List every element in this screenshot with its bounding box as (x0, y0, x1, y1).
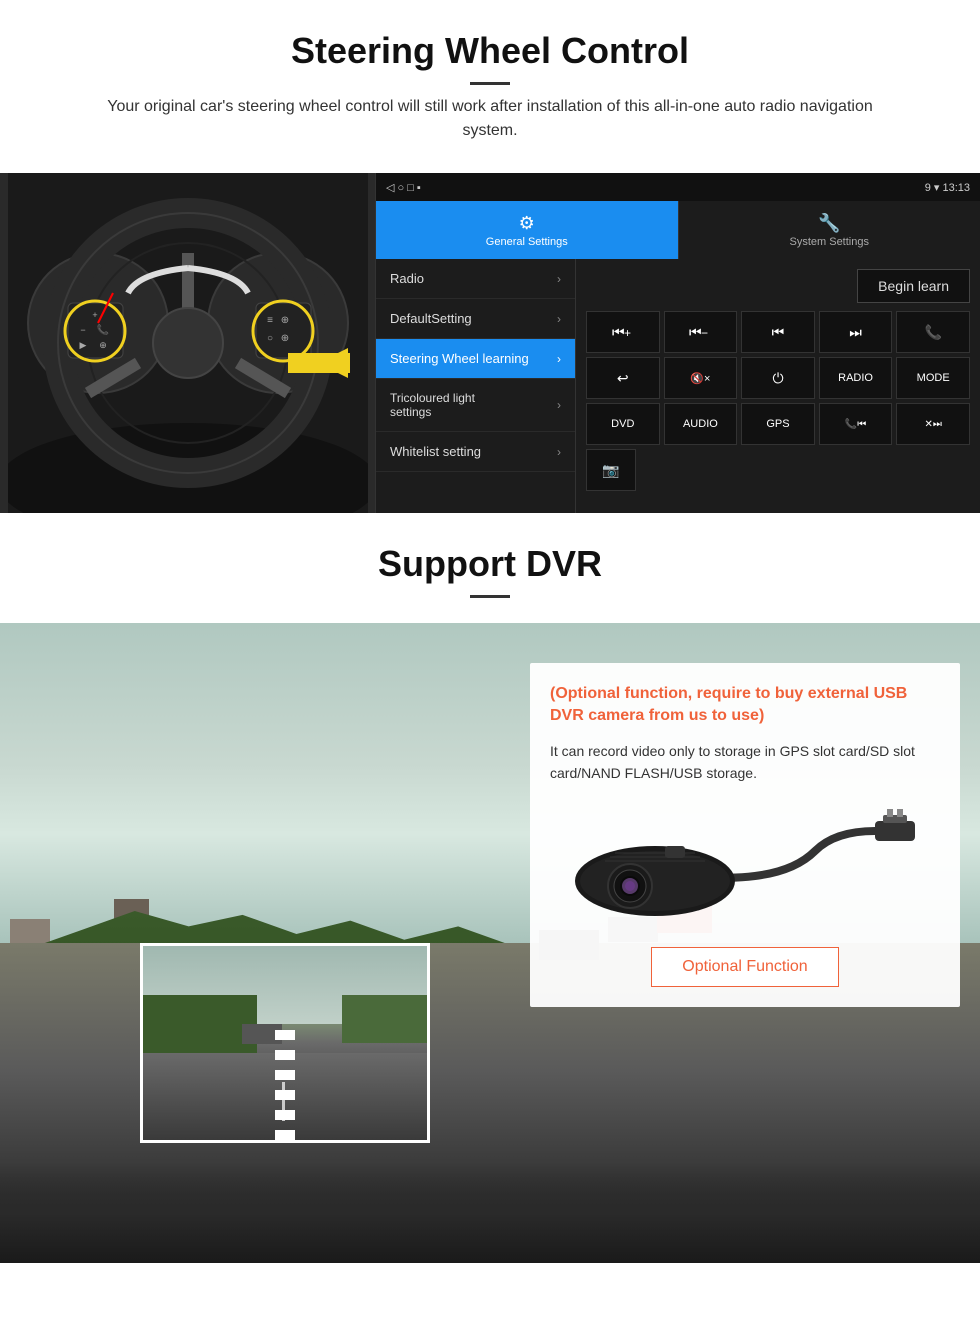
android-tabs: ⚙ General Settings 🔧 System Settings (376, 201, 980, 259)
tab-system-label: System Settings (790, 236, 869, 248)
svg-text:📞: 📞 (96, 323, 109, 336)
svg-text:−: − (80, 325, 85, 335)
tab-system-settings[interactable]: 🔧 System Settings (678, 201, 980, 259)
dvr-title-area: Support DVR (0, 513, 980, 623)
menu-item-steering-wheel[interactable]: Steering Wheel learning › (376, 339, 575, 379)
android-ui-panel: ◁ ○ □ ▪ 9 ▾ 13:13 ⚙ General Settings 🔧 S… (375, 173, 980, 513)
inset-tree-right (342, 995, 427, 1044)
steering-demo-area: + − 📞 ▶ ⊕ ≡ ⊕ ○ ⊕ (0, 173, 980, 513)
dvr-title-divider (470, 595, 510, 598)
inset-car (242, 1024, 282, 1044)
chevron-right-icon: › (557, 352, 561, 366)
svg-text:⊕: ⊕ (99, 340, 107, 350)
inset-tree-left (143, 995, 257, 1053)
ctrl-prev[interactable]: ⏮ (741, 311, 815, 353)
menu-item-default-setting[interactable]: DefaultSetting › (376, 299, 575, 339)
android-status-bar: ◁ ○ □ ▪ 9 ▾ 13:13 (376, 173, 980, 201)
steering-photo: + − 📞 ▶ ⊕ ≡ ⊕ ○ ⊕ (0, 173, 375, 513)
chevron-right-icon: › (557, 445, 561, 459)
dvr-photo-area: (Optional function, require to buy exter… (0, 623, 980, 1263)
ctrl-camera[interactable]: 📷 (586, 449, 636, 491)
dvr-section: Support DVR (0, 513, 980, 1263)
system-icon: 🔧 (818, 213, 840, 234)
svg-text:⏮: ⏮ (612, 324, 625, 340)
svg-text:+: + (624, 326, 631, 340)
status-time: 9 ▾ 13:13 (925, 181, 970, 194)
ctrl-vol-up[interactable]: ⏮+ (586, 311, 660, 353)
dvr-info-panel: (Optional function, require to buy exter… (530, 663, 960, 1007)
svg-text:⏮: ⏮ (689, 324, 702, 340)
title-divider (470, 82, 510, 85)
tab-general-label: General Settings (486, 236, 568, 248)
control-row-4: 📷 (586, 449, 970, 491)
ctrl-next[interactable]: ⏭ (819, 311, 893, 353)
dvr-optional-note: (Optional function, require to buy exter… (550, 683, 940, 728)
control-row-3: DVD AUDIO GPS 📞⏮ ✕⏭ (586, 403, 970, 445)
gear-icon: ⚙ (519, 213, 535, 234)
ctrl-vol-down[interactable]: ⏮− (664, 311, 738, 353)
menu-whitelist-label: Whitelist setting (390, 444, 481, 459)
ctrl-dvd[interactable]: DVD (586, 403, 660, 445)
menu-item-tricoloured[interactable]: Tricoloured lightsettings › (376, 379, 575, 432)
android-content: Radio › DefaultSetting › Steering Wheel … (376, 259, 980, 513)
optional-function-button[interactable]: Optional Function (651, 947, 838, 987)
dvr-inset-photo (140, 943, 430, 1143)
svg-text:+: + (92, 310, 97, 320)
svg-text:○: ○ (266, 333, 272, 344)
ctrl-back[interactable]: ↩ (586, 357, 660, 399)
menu-radio-label: Radio (390, 271, 424, 286)
chevron-right-icon: › (557, 312, 561, 326)
begin-learn-button[interactable]: Begin learn (857, 269, 970, 303)
steering-wheel-svg: + − 📞 ▶ ⊕ ≡ ⊕ ○ ⊕ (8, 173, 368, 513)
ctrl-mute[interactable]: 🔇× (664, 357, 738, 399)
menu-steering-label: Steering Wheel learning (390, 351, 529, 366)
ctrl-gps[interactable]: GPS (741, 403, 815, 445)
section1-title: Steering Wheel Control (20, 30, 960, 72)
control-row-2: ↩ 🔇× ⏻ RADIO MODE (586, 357, 970, 399)
chevron-right-icon: › (557, 272, 561, 286)
control-grid: ⏮+ ⏮− ⏮ ⏭ 📞 ↩ (586, 311, 970, 491)
mute-icon: 🔇× (690, 372, 710, 385)
control-row-1: ⏮+ ⏮− ⏮ ⏭ 📞 (586, 311, 970, 353)
svg-text:⊕: ⊕ (280, 315, 288, 326)
svg-text:▶: ▶ (79, 340, 86, 350)
ctrl-audio[interactable]: AUDIO (664, 403, 738, 445)
dvr-camera-illustration (550, 801, 940, 931)
vol-down-icon: ⏮− (689, 323, 711, 341)
dvr-camera-svg (555, 801, 935, 931)
dvr-title: Support DVR (20, 543, 960, 585)
ctrl-mute-next[interactable]: ✕⏭ (896, 403, 970, 445)
nav-icons: ◁ ○ □ ▪ (386, 181, 421, 194)
chevron-right-icon: › (557, 398, 561, 412)
section1-title-area: Steering Wheel Control Your original car… (0, 0, 980, 173)
ctrl-phone[interactable]: 📞 (896, 311, 970, 353)
android-menu: Radio › DefaultSetting › Steering Wheel … (376, 259, 576, 513)
inset-road-surface (143, 1053, 427, 1140)
inset-road (143, 946, 427, 1140)
steering-section-wrapper: Steering Wheel Control Your original car… (0, 0, 980, 513)
inset-lane-mark (282, 1082, 285, 1121)
android-right-panel: Begin learn ⏮+ ⏮− ⏮ ⏭ (576, 259, 980, 513)
svg-text:⊕: ⊕ (280, 333, 288, 344)
section1-subtitle: Your original car's steering wheel contr… (80, 95, 900, 143)
dvr-description: It can record video only to storage in G… (550, 740, 940, 785)
dvr-dashboard (0, 1163, 980, 1263)
svg-text:≡: ≡ (267, 315, 273, 326)
tab-general-settings[interactable]: ⚙ General Settings (376, 201, 678, 259)
ctrl-mode[interactable]: MODE (896, 357, 970, 399)
menu-item-whitelist[interactable]: Whitelist setting › (376, 432, 575, 472)
vol-up-icon: ⏮+ (612, 323, 634, 341)
svg-text:−: − (701, 326, 708, 340)
ctrl-radio[interactable]: RADIO (819, 357, 893, 399)
ctrl-phone-prev[interactable]: 📞⏮ (819, 403, 893, 445)
menu-tricoloured-label: Tricoloured lightsettings (390, 391, 475, 419)
menu-default-label: DefaultSetting (390, 311, 472, 326)
ctrl-power[interactable]: ⏻ (741, 357, 815, 399)
menu-item-radio[interactable]: Radio › (376, 259, 575, 299)
